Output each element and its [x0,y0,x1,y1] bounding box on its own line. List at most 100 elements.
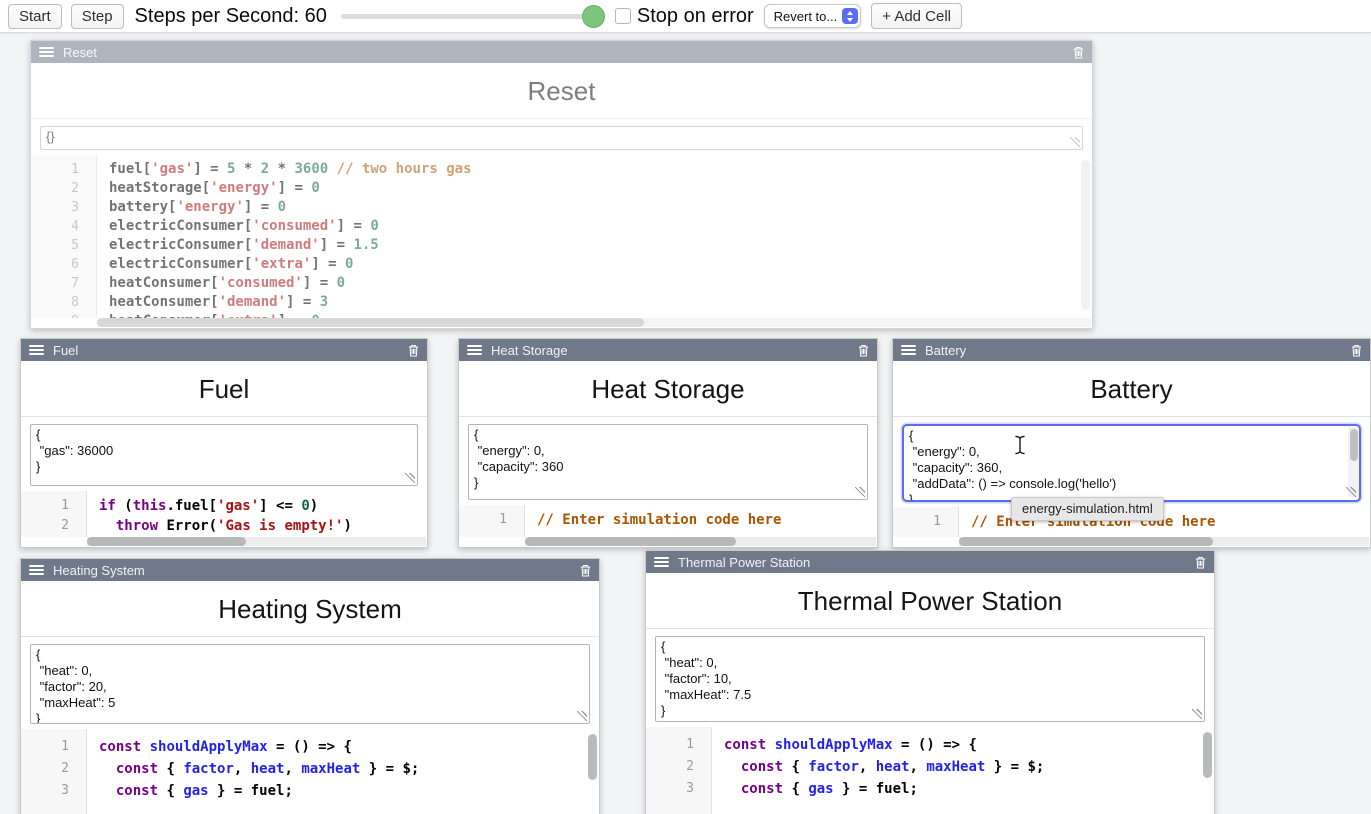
cell-title: Reset [31,63,1092,119]
line-number: 1 [646,734,711,756]
trash-icon [1073,46,1084,59]
code-line: 3 const { gas } = fuel; [21,780,599,802]
cell-header-label: Heat Storage [491,343,568,358]
code-editor[interactable]: 1if (this.fuel['gas'] <= 0)2 throw Error… [21,491,427,537]
delete-cell-button[interactable] [580,564,591,577]
cell-reset-header[interactable]: Reset [31,41,1092,63]
drag-handle-icon[interactable] [39,47,54,57]
code-text: electricConsumer['extra'] = 0 [96,255,353,274]
line-number: 1 [21,736,86,758]
line-number: 2 [31,179,96,198]
cell-heating-system-header[interactable]: Heating System [21,559,599,581]
json-editor-wrap: { "gas": 36000 } [21,417,427,491]
code-text: heatStorage['energy'] = 0 [96,179,320,198]
drag-handle-icon[interactable] [901,345,916,355]
cell-heat-storage-header[interactable]: Heat Storage [459,339,877,361]
code-line: 2 const { factor, heat, maxHeat } = $; [21,758,599,780]
json-editor-wrap: { "heat": 0, "factor": 10, "maxHeat": 7.… [646,629,1214,727]
drag-handle-icon[interactable] [467,345,482,355]
code-text: electricConsumer['demand'] = 1.5 [96,236,379,255]
stop-on-error-checkbox[interactable] [615,8,631,24]
json-state-input[interactable]: { "energy": 0, "capacity": 360, "addData… [902,424,1361,502]
drag-handle-icon[interactable] [29,345,44,355]
json-state-input[interactable]: {} [40,126,1083,150]
slider-track[interactable] [341,14,601,19]
cell-title: Heating System [21,581,599,637]
trash-icon [858,344,869,357]
cell-fuel-header[interactable]: Fuel [21,339,427,361]
code-line: 1fuel['gas'] = 5 * 2 * 3600 // two hours… [31,160,1092,179]
delete-cell-button[interactable] [1351,344,1362,357]
cell-battery: Battery Battery { "energy": 0, "capacity… [892,338,1371,548]
line-number: 3 [646,778,711,800]
start-button[interactable]: Start [8,4,62,29]
code-line: 2 const { factor, heat, maxHeat } = $; [646,756,1214,778]
delete-cell-button[interactable] [1195,556,1206,569]
horizontal-scrollbar[interactable] [97,318,1091,327]
code-editor[interactable]: 1// Enter simulation code here [459,505,877,537]
cell-thermal-power-station-header[interactable]: Thermal Power Station [646,551,1214,573]
vertical-scrollbar[interactable] [1081,160,1090,310]
cell-heat-storage: Heat Storage Heat Storage { "energy": 0,… [458,338,878,548]
delete-cell-button[interactable] [1073,46,1084,59]
horizontal-scrollbar[interactable] [959,537,1369,546]
code-line: 3battery['energy'] = 0 [31,198,1092,217]
code-text: const { gas } = fuel; [86,780,293,802]
json-editor-wrap: {} [31,119,1092,155]
simulation-app: Start Step Steps per Second: 60 Stop on … [0,0,1371,814]
code-editor[interactable]: 1const shouldApplyMax = () => {2 const {… [646,727,1214,814]
drag-handle-icon[interactable] [654,557,669,567]
line-number: 3 [21,780,86,802]
speed-slider[interactable] [341,5,601,28]
code-text: heatConsumer['demand'] = 3 [96,293,328,312]
code-line: 2heatStorage['energy'] = 0 [31,179,1092,198]
json-state-input[interactable]: { "heat": 0, "factor": 20, "maxHeat": 5 … [30,644,590,724]
add-cell-button[interactable]: + Add Cell [871,3,962,29]
step-button[interactable]: Step [71,4,124,29]
vertical-scrollbar[interactable] [588,734,597,780]
json-state-input[interactable]: { "heat": 0, "factor": 10, "maxHeat": 7.… [655,636,1205,722]
code-editor[interactable]: 1const shouldApplyMax = () => {2 const {… [21,729,599,814]
code-text: const { factor, heat, maxHeat } = $; [86,758,419,780]
line-number: 2 [646,756,711,778]
json-editor-wrap: { "energy": 0, "capacity": 360 } [459,417,877,505]
cell-header-label: Reset [63,45,97,60]
code-editor[interactable]: 1fuel['gas'] = 5 * 2 * 3600 // two hours… [31,155,1092,318]
line-number: 2 [21,758,86,780]
line-number: 4 [31,217,96,236]
json-editor-wrap: { "heat": 0, "factor": 20, "maxHeat": 5 … [21,637,599,729]
select-stepper-icon [842,8,858,24]
line-number: 1 [21,496,86,516]
code-text: // Enter simulation code here [524,510,781,530]
line-number: 2 [21,516,86,536]
cell-header-label: Thermal Power Station [678,555,810,570]
cell-battery-header[interactable]: Battery [893,339,1370,361]
trash-icon [580,564,591,577]
horizontal-scrollbar[interactable] [525,537,876,546]
code-text: battery['energy'] = 0 [96,198,286,217]
text-cursor-icon [1014,435,1026,455]
trash-icon [408,344,419,357]
line-number: 1 [459,510,524,530]
code-line: 1// Enter simulation code here [459,510,877,530]
stop-on-error-label: Stop on error [637,5,754,28]
code-text: throw Error('Gas is empty!') [86,516,352,536]
json-state-input[interactable]: { "energy": 0, "capacity": 360 } [468,424,868,500]
json-state-input[interactable]: { "gas": 36000 } [30,424,418,486]
delete-cell-button[interactable] [408,344,419,357]
code-line: 1if (this.fuel['gas'] <= 0) [21,496,427,516]
code-line: 2 throw Error('Gas is empty!') [21,516,427,536]
line-number: 1 [893,512,958,532]
code-text: electricConsumer['consumed'] = 0 [96,217,379,236]
revert-select[interactable]: Revert to... [764,4,862,28]
drag-handle-icon[interactable] [29,565,44,575]
vertical-scrollbar[interactable] [1203,732,1212,778]
delete-cell-button[interactable] [858,344,869,357]
steps-per-second-label: Steps per Second: 60 [135,5,327,28]
horizontal-scrollbar[interactable] [87,537,426,546]
code-line: 3 const { gas } = fuel; [646,778,1214,800]
code-line: 4electricConsumer['consumed'] = 0 [31,217,1092,236]
cell-header-label: Heating System [53,563,145,578]
textarea-vertical-scrollbar[interactable] [1348,427,1359,497]
slider-thumb[interactable] [582,5,605,28]
